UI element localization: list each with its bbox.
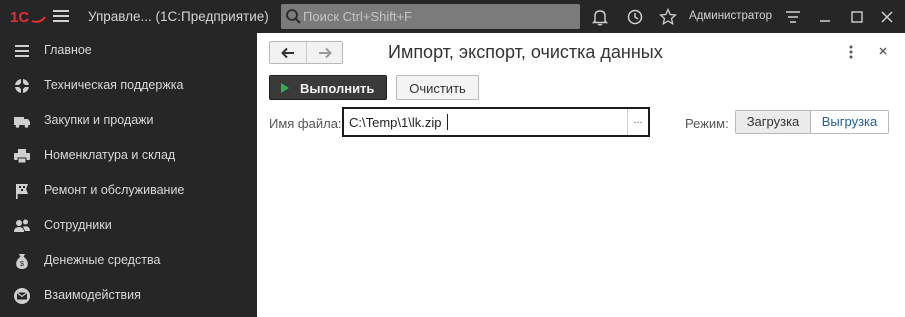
file-name-label: Имя файла:: [269, 116, 342, 131]
people-icon: [14, 219, 30, 232]
text-caret: [447, 114, 448, 130]
search-input[interactable]: [303, 7, 573, 26]
star-icon[interactable]: [659, 8, 677, 26]
minimize-icon[interactable]: [816, 8, 834, 26]
form-panel: Импорт, экспорт, очистка данных Выполнит…: [257, 33, 905, 317]
page-title: Импорт, экспорт, очистка данных: [388, 42, 663, 62]
history-icon[interactable]: [626, 8, 644, 26]
mode-export-button[interactable]: Выгрузка: [811, 111, 888, 133]
search-icon: [286, 9, 301, 24]
support-icon: [14, 78, 30, 94]
close-icon[interactable]: [878, 8, 896, 26]
sidebar-item-label: Главное: [44, 43, 92, 57]
mode-import-button[interactable]: Загрузка: [736, 111, 811, 133]
app-title: Управле... (1С:Предприятие): [88, 9, 269, 24]
forward-button[interactable]: [306, 42, 342, 63]
menu-lines-icon: [15, 45, 29, 57]
sidebar-item-label: Номенклатура и склад: [44, 148, 176, 162]
envelope-icon: [14, 288, 30, 304]
back-button[interactable]: [270, 42, 306, 63]
file-name-field[interactable]: C:\Temp\1\lk.zip ...: [342, 107, 650, 137]
sidebar-item-money[interactable]: $ Денежные средства: [0, 243, 257, 278]
mode-label: Режим:: [685, 116, 729, 131]
arrow-left-icon: [281, 47, 294, 58]
sidebar-item-label: Техническая поддержка: [44, 78, 184, 92]
sidebar-item-label: Взаимодействия: [44, 288, 141, 302]
sidebar-item-main[interactable]: Главное: [0, 33, 257, 68]
sidebar-item-label: Закупки и продажи: [44, 113, 154, 127]
bell-icon[interactable]: [591, 8, 609, 26]
sidebar-item-label: Ремонт и обслуживание: [44, 183, 185, 197]
history-navigation: [269, 41, 343, 64]
sidebar-item-purchases-sales[interactable]: Закупки и продажи: [0, 103, 257, 138]
sidebar-item-repair-service[interactable]: Ремонт и обслуживание: [0, 173, 257, 208]
clear-button[interactable]: Очистить: [396, 75, 479, 100]
mode-toggle: Загрузка Выгрузка: [735, 110, 889, 134]
flag-icon: [16, 184, 28, 199]
top-bar: 1C Управле... (1С:Предприятие) Администр…: [0, 0, 905, 33]
arrow-right-icon: [318, 47, 332, 58]
sidebar-item-nomenclature-warehouse[interactable]: Номенклатура и склад: [0, 138, 257, 173]
1c-logo-icon[interactable]: 1C: [10, 9, 46, 25]
sidebar-item-label: Денежные средства: [44, 253, 161, 267]
user-name[interactable]: Администратор: [689, 10, 772, 22]
sidebar: Главное Техническая поддержка Закупки и …: [0, 33, 257, 317]
main-menu-icon[interactable]: [53, 10, 69, 23]
printer-icon: [14, 149, 30, 164]
sidebar-item-label: Сотрудники: [44, 218, 112, 232]
sidebar-item-interactions[interactable]: Взаимодействия: [0, 278, 257, 313]
maximize-icon[interactable]: [848, 8, 866, 26]
sidebar-item-employees[interactable]: Сотрудники: [0, 208, 257, 243]
global-search[interactable]: [281, 4, 580, 29]
clear-button-label: Очистить: [409, 81, 466, 96]
play-icon: [281, 83, 289, 93]
file-name-value[interactable]: C:\Temp\1\lk.zip: [349, 115, 441, 130]
execute-button[interactable]: Выполнить: [269, 75, 387, 100]
truck-icon: [14, 117, 30, 128]
settings-menu-icon[interactable]: [784, 8, 802, 26]
execute-button-label: Выполнить: [300, 81, 375, 96]
svg-text:1C: 1C: [10, 9, 29, 25]
sidebar-item-support[interactable]: Техническая поддержка: [0, 68, 257, 103]
more-actions-icon[interactable]: [846, 44, 856, 60]
money-bag-icon: $: [16, 254, 28, 269]
browse-file-button[interactable]: ...: [627, 109, 648, 135]
form-close-icon[interactable]: [876, 44, 890, 58]
svg-text:$: $: [20, 261, 24, 268]
